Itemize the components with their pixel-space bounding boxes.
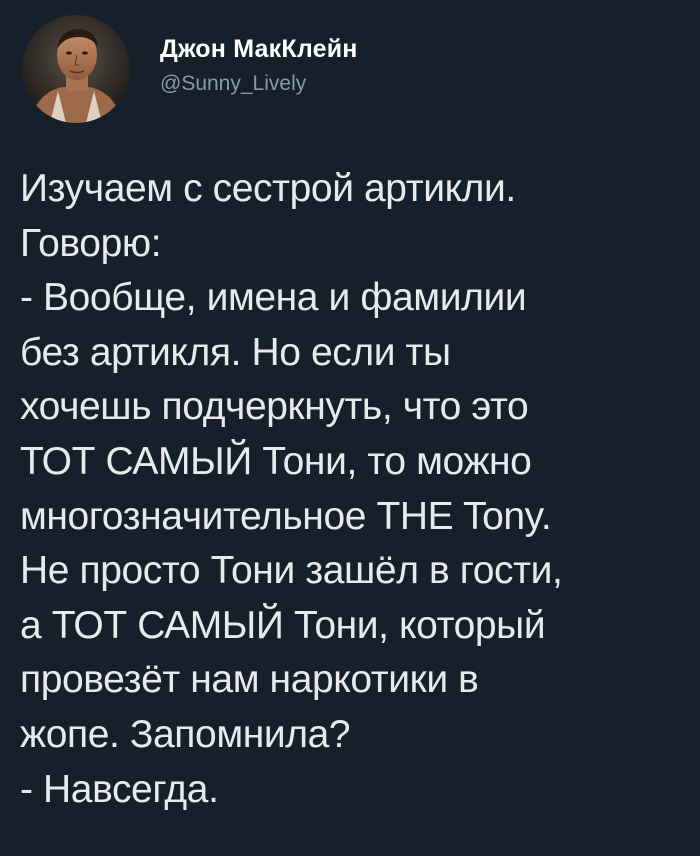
tweet-line: Изучаем с сестрой артикли. bbox=[20, 167, 516, 210]
tweet-line: - Вообще, имена и фамилии bbox=[20, 276, 527, 320]
tweet-line: жопе. Запомнила? bbox=[20, 712, 351, 756]
tweet-line: многозначительное THE Tony. bbox=[20, 494, 552, 538]
tweet-text: Изучаем с сестрой артикли. Говорю: - Воо… bbox=[20, 162, 690, 817]
tweet-line: а ТОТ САМЫЙ Тони, который bbox=[20, 603, 546, 647]
tweet-line: провезёт нам наркотики в bbox=[20, 658, 479, 702]
tweet-line: Говорю: bbox=[20, 221, 162, 265]
tweet-line: ТОТ САМЫЙ Тони, то можно bbox=[20, 439, 532, 483]
avatar[interactable] bbox=[22, 15, 130, 123]
tweet-line: Не просто Тони зашёл в гости, bbox=[20, 549, 563, 593]
user-info: Джон МакКлейн @Sunny_Lively bbox=[160, 34, 358, 98]
tweet-line: - Навсегда. bbox=[20, 767, 219, 811]
tweet-card: Джон МакКлейн @Sunny_Lively Изучаем с се… bbox=[0, 0, 700, 856]
display-name[interactable]: Джон МакКлейн bbox=[160, 34, 358, 64]
user-handle[interactable]: @Sunny_Lively bbox=[160, 70, 358, 98]
tweet-header: Джон МакКлейн @Sunny_Lively bbox=[22, 14, 358, 124]
avatar-photo bbox=[22, 15, 130, 123]
tweet-line: хочешь подчеркнуть, что это bbox=[20, 385, 529, 429]
tweet-line: без артикля. Но если ты bbox=[20, 330, 451, 374]
